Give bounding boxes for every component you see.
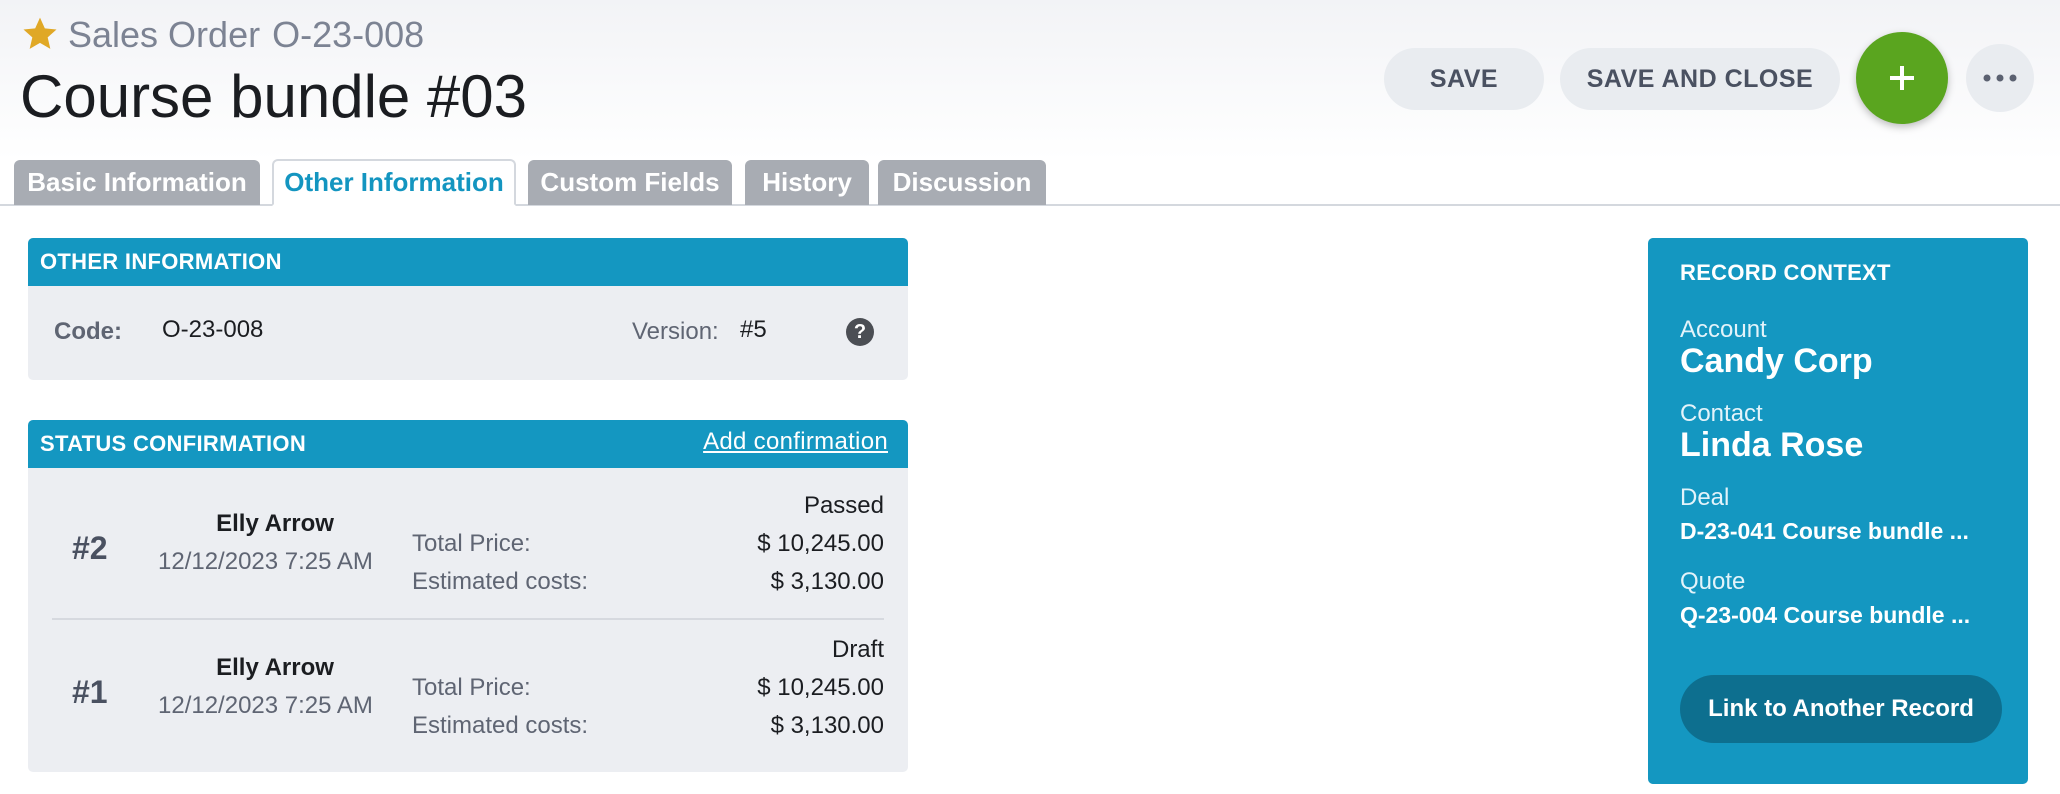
- estimated-costs-label: Estimated costs:: [412, 712, 589, 739]
- contact-label: Contact: [1680, 400, 1763, 427]
- other-information-panel: OTHER INFORMATION Code: O-23-008 Version…: [28, 238, 908, 380]
- add-confirmation-link[interactable]: Add confirmation: [703, 428, 888, 456]
- confirmation-row[interactable]: #2 Elly Arrow 12/12/2023 7:25 AM Passed …: [28, 492, 908, 634]
- total-price-label: Total Price:: [412, 530, 531, 557]
- entity-code: O-23-008: [272, 14, 425, 55]
- confirmation-status: Passed: [803, 492, 884, 519]
- row-divider: [52, 618, 884, 620]
- deal-label: Deal: [1680, 484, 1730, 511]
- entity-breadcrumb: Sales Order O-23-008: [68, 14, 424, 56]
- entity-type: Sales Order: [68, 14, 261, 55]
- add-button[interactable]: [1856, 32, 1948, 124]
- confirmation-date: 12/12/2023 7:25 AM: [158, 692, 373, 719]
- record-context-title: RECORD CONTEXT: [1680, 260, 1891, 285]
- more-horizontal-icon: [1983, 74, 2017, 82]
- save-and-close-button[interactable]: SAVE AND CLOSE: [1560, 48, 1840, 110]
- confirmation-date: 12/12/2023 7:25 AM: [158, 548, 373, 575]
- tab-basic-information[interactable]: Basic Information: [14, 160, 260, 205]
- status-confirmation-header: STATUS CONFIRMATION Add confirmation: [28, 420, 908, 468]
- status-confirmation-panel: STATUS CONFIRMATION Add confirmation #2 …: [28, 420, 908, 772]
- total-price-label: Total Price:: [412, 674, 531, 701]
- star-icon[interactable]: [20, 14, 60, 54]
- code-label: Code:: [54, 318, 122, 345]
- tab-other-information[interactable]: Other Information: [272, 159, 516, 206]
- more-actions-button[interactable]: [1966, 44, 2034, 112]
- deal-link[interactable]: D-23-041 Course bundle ...: [1680, 518, 1969, 545]
- quote-link[interactable]: Q-23-004 Course bundle ...: [1680, 602, 1970, 629]
- status-confirmation-title: STATUS CONFIRMATION: [40, 431, 307, 456]
- estimated-costs-value: $ 3,130.00: [770, 712, 884, 739]
- total-price-value: $ 10,245.00: [757, 530, 884, 557]
- confirmation-status: Draft: [831, 636, 884, 663]
- version-label: Version:: [632, 318, 719, 345]
- save-button[interactable]: SAVE: [1384, 48, 1544, 110]
- tab-custom-fields[interactable]: Custom Fields: [528, 160, 732, 205]
- confirmation-row[interactable]: #1 Elly Arrow 12/12/2023 7:25 AM Draft T…: [28, 636, 908, 772]
- other-information-header: OTHER INFORMATION: [28, 238, 908, 286]
- help-icon[interactable]: ?: [846, 318, 874, 346]
- confirmation-user: Elly Arrow: [216, 510, 334, 537]
- tab-discussion[interactable]: Discussion: [878, 160, 1046, 205]
- record-context-panel: RECORD CONTEXT Account Candy Corp Contac…: [1648, 238, 2028, 784]
- code-value: O-23-008: [162, 316, 264, 343]
- tab-history[interactable]: History: [745, 160, 869, 205]
- estimated-costs-value: $ 3,130.00: [770, 568, 884, 595]
- contact-link[interactable]: Linda Rose: [1680, 426, 1863, 465]
- plus-icon: [1890, 66, 1914, 90]
- account-label: Account: [1680, 316, 1767, 343]
- account-link[interactable]: Candy Corp: [1680, 342, 1873, 381]
- confirmation-number: #2: [72, 530, 108, 566]
- version-value: #5: [740, 316, 767, 343]
- confirmation-user: Elly Arrow: [216, 654, 334, 681]
- estimated-costs-label: Estimated costs:: [412, 568, 589, 595]
- total-price-value: $ 10,245.00: [757, 674, 884, 701]
- page-title: Course bundle #03: [20, 63, 528, 130]
- quote-label: Quote: [1680, 568, 1746, 595]
- link-to-another-record-button[interactable]: Link to Another Record: [1680, 675, 2002, 743]
- confirmation-number: #1: [72, 674, 108, 710]
